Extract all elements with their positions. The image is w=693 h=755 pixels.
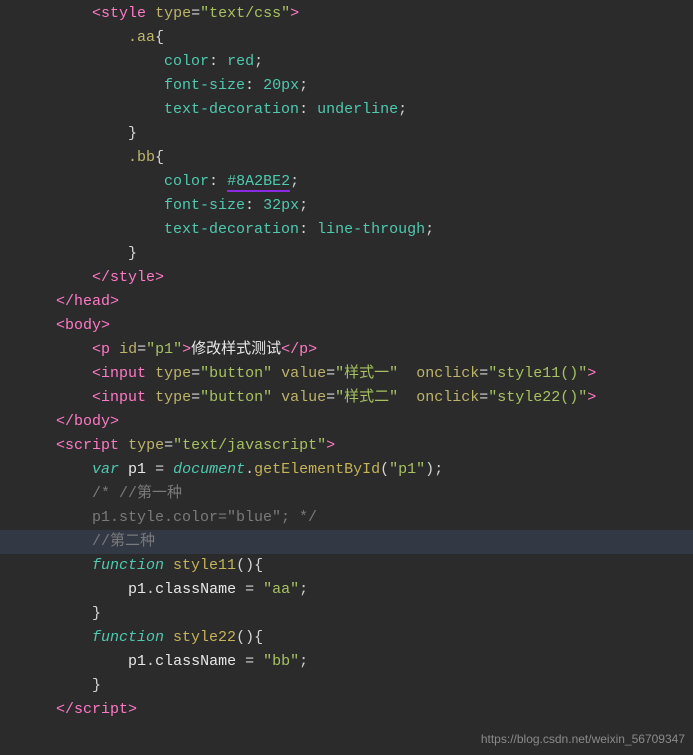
code-editor[interactable]: <style type="text/css"> .aa{ color: red;…: [0, 0, 693, 722]
code-line: }: [20, 674, 693, 698]
code-line: color: #8A2BE2;: [20, 170, 693, 194]
code-line: </style>: [20, 266, 693, 290]
code-line: p1.style.color="blue"; */: [20, 506, 693, 530]
code-line: function style22(){: [20, 626, 693, 650]
code-line: font-size: 32px;: [20, 194, 693, 218]
code-content: <style type="text/css"> .aa{ color: red;…: [20, 2, 693, 722]
code-line: color: red;: [20, 50, 693, 74]
code-line: font-size: 20px;: [20, 74, 693, 98]
code-line: p1.className = "aa";: [20, 578, 693, 602]
code-line: </body>: [20, 410, 693, 434]
code-line: <style type="text/css">: [20, 2, 693, 26]
code-line: <body>: [20, 314, 693, 338]
watermark: https://blog.csdn.net/weixin_56709347: [481, 727, 685, 751]
code-line: <script type="text/javascript">: [20, 434, 693, 458]
code-line: }: [20, 242, 693, 266]
code-line: <input type="button" value="样式一" onclick…: [20, 362, 693, 386]
code-line: var p1 = document.getElementById("p1");: [20, 458, 693, 482]
code-line: }: [20, 122, 693, 146]
code-line: function style11(){: [20, 554, 693, 578]
code-line: p1.className = "bb";: [20, 650, 693, 674]
code-line: text-decoration: line-through;: [20, 218, 693, 242]
code-line: </head>: [20, 290, 693, 314]
code-line: //第二种: [0, 530, 693, 554]
code-line: .bb{: [20, 146, 693, 170]
code-line: }: [20, 602, 693, 626]
code-line: /* //第一种: [20, 482, 693, 506]
code-line: </script>: [20, 698, 693, 722]
code-line: .aa{: [20, 26, 693, 50]
code-line: <p id="p1">修改样式测试</p>: [20, 338, 693, 362]
gutter: [0, 0, 18, 722]
code-line: text-decoration: underline;: [20, 98, 693, 122]
code-line: <input type="button" value="样式二" onclick…: [20, 386, 693, 410]
